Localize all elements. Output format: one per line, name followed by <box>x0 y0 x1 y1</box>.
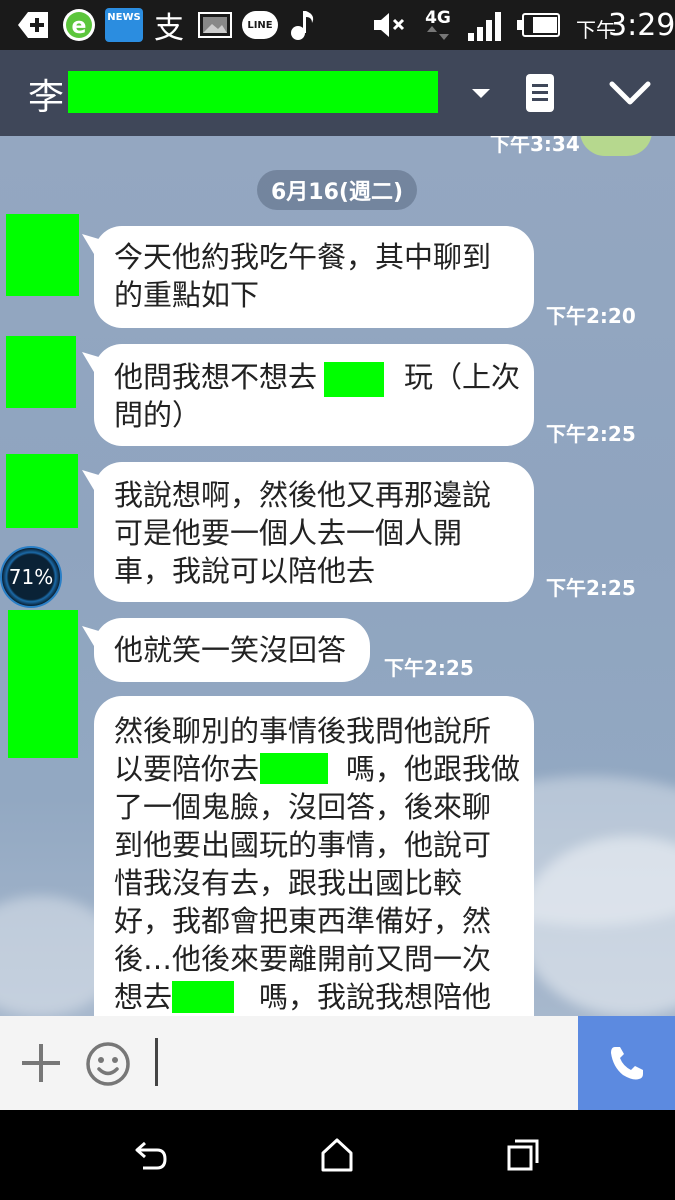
message-line: 車，我說可以陪他去 <box>114 554 376 588</box>
redaction <box>172 981 234 1013</box>
add-notification-icon <box>14 8 52 42</box>
music-icon <box>286 8 320 42</box>
contact-name[interactable]: 李 <box>28 68 64 120</box>
avatar[interactable] <box>8 610 78 758</box>
redaction <box>260 753 328 784</box>
bubble-tail <box>82 234 108 260</box>
message-time: 下午2:25 <box>546 422 636 446</box>
message-time: 下午2:25 <box>384 656 474 680</box>
call-button[interactable] <box>578 1016 675 1110</box>
message-line: 後…他後來要離開前又問一次 <box>114 942 492 976</box>
svg-text:e: e <box>72 14 87 39</box>
message-bubble[interactable]: 我說想啊，然後他又再那邊說 可是他要一個人去一個人開 車，我說可以陪他去 <box>82 462 534 602</box>
home-icon[interactable] <box>312 1130 362 1180</box>
message-line: 到他要出國玩的事情，他說可 <box>114 828 492 862</box>
message-line: 想去 嗎，我說我想陪他 <box>114 980 492 1014</box>
avatar[interactable] <box>6 454 78 528</box>
message-time: 下午2:20 <box>546 304 636 328</box>
smiley-icon[interactable] <box>84 1040 132 1088</box>
redaction <box>324 362 384 397</box>
plus-icon[interactable] <box>20 1042 62 1084</box>
recent-apps-icon[interactable] <box>498 1130 548 1180</box>
message-time-partial: 下午3:34 <box>490 136 580 156</box>
message-line: 可是他要一個人去一個人開 <box>114 516 463 550</box>
notes-icon[interactable] <box>522 72 558 114</box>
chat-header: 李 <box>0 50 675 136</box>
battery-icon <box>514 8 562 42</box>
message-line: 我說想啊，然後他又再那邊說 <box>114 478 492 512</box>
avatar[interactable] <box>6 214 79 296</box>
mute-icon <box>370 8 408 42</box>
message-line: 好，我都會把東西準備好，然 <box>114 904 492 938</box>
network-4g-icon: 4G <box>420 8 456 42</box>
message-input-field[interactable] <box>155 1038 158 1086</box>
phone-icon <box>610 1047 643 1080</box>
message-line: 他就笑一笑沒回答 <box>114 633 347 667</box>
message-time: 下午2:25 <box>546 576 636 600</box>
system-nav-bar <box>0 1110 675 1200</box>
message-input-bar <box>0 1016 675 1110</box>
message-bubble[interactable]: 他就笑一笑沒回答 <box>82 618 370 682</box>
message-line: 了一個鬼臉，沒回答，後來聊 <box>114 790 492 824</box>
battery-widget[interactable]: 71% <box>0 546 62 608</box>
message-bubble[interactable]: 今天他約我吃午餐，其中聊到 的重點如下 <box>82 226 534 328</box>
signal-icon <box>464 8 508 42</box>
image-icon <box>196 8 234 42</box>
message-line: 今天他約我吃午餐，其中聊到 <box>114 240 492 274</box>
clock-time: 3:29 <box>608 8 675 43</box>
network-label: 4G <box>425 8 451 28</box>
bubble-tail <box>82 352 108 378</box>
message-line: 惜我沒有去，跟我出國比較 <box>114 866 463 900</box>
message-bubble[interactable]: 然後聊別的事情後我問他說所 以要陪你去 嗎，他跟我做 了一個鬼臉，沒回答，後來聊… <box>94 696 534 1016</box>
contact-name-redaction <box>68 71 438 113</box>
browser-e-icon: e <box>60 8 98 42</box>
bubble-tail <box>82 470 108 496</box>
bubble-tail <box>82 626 108 652</box>
news-app-icon: NEWS <box>104 8 144 42</box>
message-line: 問的） <box>114 398 202 432</box>
message-bubble[interactable]: 他問我想不想去 玩（上次 問的） <box>82 344 534 446</box>
back-icon[interactable] <box>126 1130 176 1180</box>
message-line: 然後聊別的事情後我問他說所 <box>114 714 492 748</box>
chevron-down-icon[interactable] <box>606 76 654 112</box>
avatar[interactable] <box>6 336 76 408</box>
chat-area[interactable]: 下午3:34 6月16(週二) 今天他約我吃午餐，其中聊到 的重點如下 下午2:… <box>0 136 675 1016</box>
line-app-icon: LINE <box>240 8 280 42</box>
news-label: NEWS <box>105 8 143 42</box>
message-line: 的重點如下 <box>114 278 260 312</box>
line-label: LINE <box>242 11 278 39</box>
date-separator: 6月16(週二) <box>257 170 417 210</box>
caret-down-icon[interactable] <box>466 80 496 106</box>
sent-bubble-partial[interactable] <box>580 136 652 156</box>
message-line: 他問我想不想去 玩（上次 <box>114 360 521 394</box>
alipay-icon: 支 <box>154 11 184 46</box>
status-bar: e NEWS 支 LINE 4G 下午 3:29 <box>0 0 675 50</box>
